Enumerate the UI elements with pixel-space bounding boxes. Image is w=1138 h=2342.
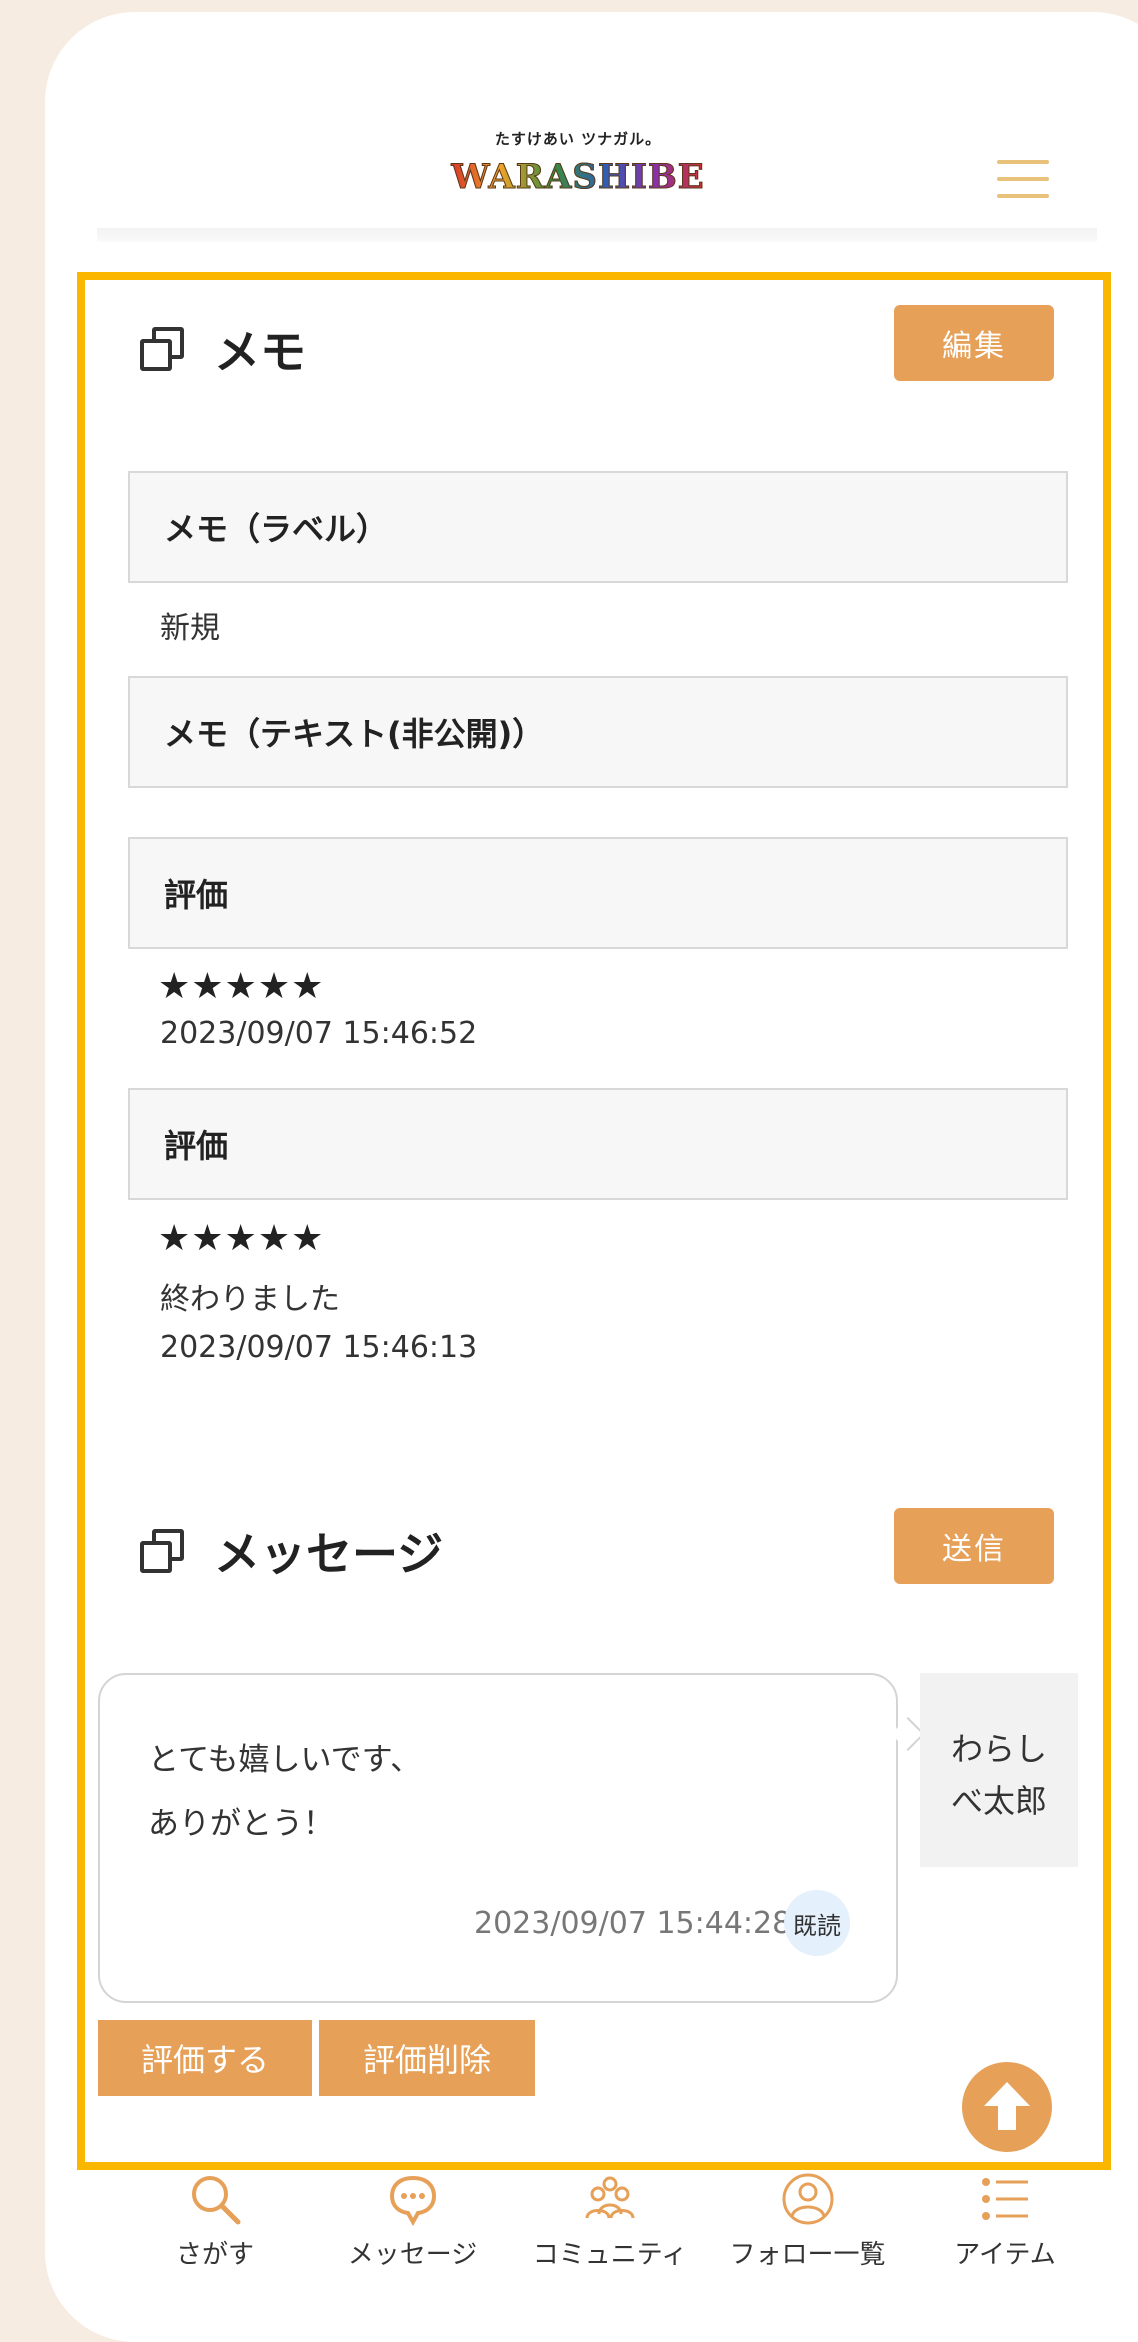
nav-item-items[interactable]: アイテム — [910, 2170, 1100, 2280]
logo-tagline: たすけあい ツナガル。 — [494, 130, 662, 148]
review-date: 2023/09/07 15:46:13 — [160, 1330, 478, 1365]
sender-name-line: わらし — [950, 1730, 1047, 1768]
memo-section-title: メモ — [140, 316, 306, 382]
list-icon — [982, 2178, 1028, 2220]
review-date: 2023/09/07 15:46:52 — [160, 1016, 478, 1051]
nav-label: メッセージ — [347, 2240, 478, 2270]
read-badge: 既読 — [784, 1890, 850, 1956]
community-icon — [585, 2176, 635, 2219]
review-comment: 終わりました — [160, 1282, 340, 1317]
message-timestamp: 2023/09/07 15:44:28 — [474, 1906, 792, 1941]
sender-name-line: べ太郎 — [950, 1782, 1047, 1820]
rate-button[interactable]: 評価する — [98, 2020, 312, 2096]
nav-item-search[interactable]: さがす — [120, 2170, 310, 2280]
app-logo[interactable]: たすけあい ツナガル。 WARASHIBE — [448, 128, 708, 228]
copy-icon — [140, 327, 184, 371]
copy-icon — [140, 1529, 184, 1573]
nav-item-community[interactable]: コミュニティ — [515, 2170, 705, 2280]
logo-wordmark: WARASHIBE — [448, 157, 708, 198]
review-stars: ★★★★★ — [158, 966, 325, 1007]
nav-label: コミュニティ — [532, 2240, 688, 2270]
header-divider — [97, 228, 1097, 242]
nav-label: アイテム — [954, 2240, 1056, 2270]
nav-label: フォロー一覧 — [729, 2240, 886, 2270]
bottom-navigation: さがす メッセージ コミュニティ フォロー一覧 アイテム — [120, 2170, 1100, 2280]
memo-title-text: メモ — [214, 325, 306, 379]
message-text-line: ありがとう！ — [148, 1806, 334, 1842]
review-stars: ★★★★★ — [158, 1218, 325, 1259]
sender-name[interactable]: わらし べ太郎 — [920, 1673, 1078, 1867]
nav-item-messages[interactable]: メッセージ — [318, 2170, 508, 2280]
delete-rating-button[interactable]: 評価削除 — [319, 2020, 535, 2096]
message-section-title: メッセージ — [140, 1518, 443, 1584]
edit-memo-button[interactable]: 編集 — [894, 305, 1054, 381]
search-icon — [192, 2176, 241, 2225]
send-message-button[interactable]: 送信 — [894, 1508, 1054, 1584]
message-title-text: メッセージ — [214, 1527, 444, 1581]
message-text-line: とても嬉しいです、 — [148, 1742, 422, 1778]
user-icon — [782, 2173, 833, 2225]
chat-bubble-icon — [389, 2175, 436, 2227]
arrow-up-icon — [984, 2082, 1030, 2130]
memo-label-heading: メモ（ラベル） — [128, 471, 1068, 583]
review-heading: 評価 — [128, 837, 1068, 949]
hamburger-menu-icon[interactable] — [997, 160, 1049, 200]
nav-item-follow-list[interactable]: フォロー一覧 — [713, 2170, 903, 2280]
scroll-to-top-button[interactable] — [962, 2062, 1052, 2152]
memo-label-value: 新規 — [160, 611, 220, 646]
nav-label: さがす — [175, 2240, 254, 2270]
review-heading: 評価 — [128, 1088, 1068, 1200]
memo-text-heading: メモ（テキスト(非公開)） — [128, 676, 1068, 788]
